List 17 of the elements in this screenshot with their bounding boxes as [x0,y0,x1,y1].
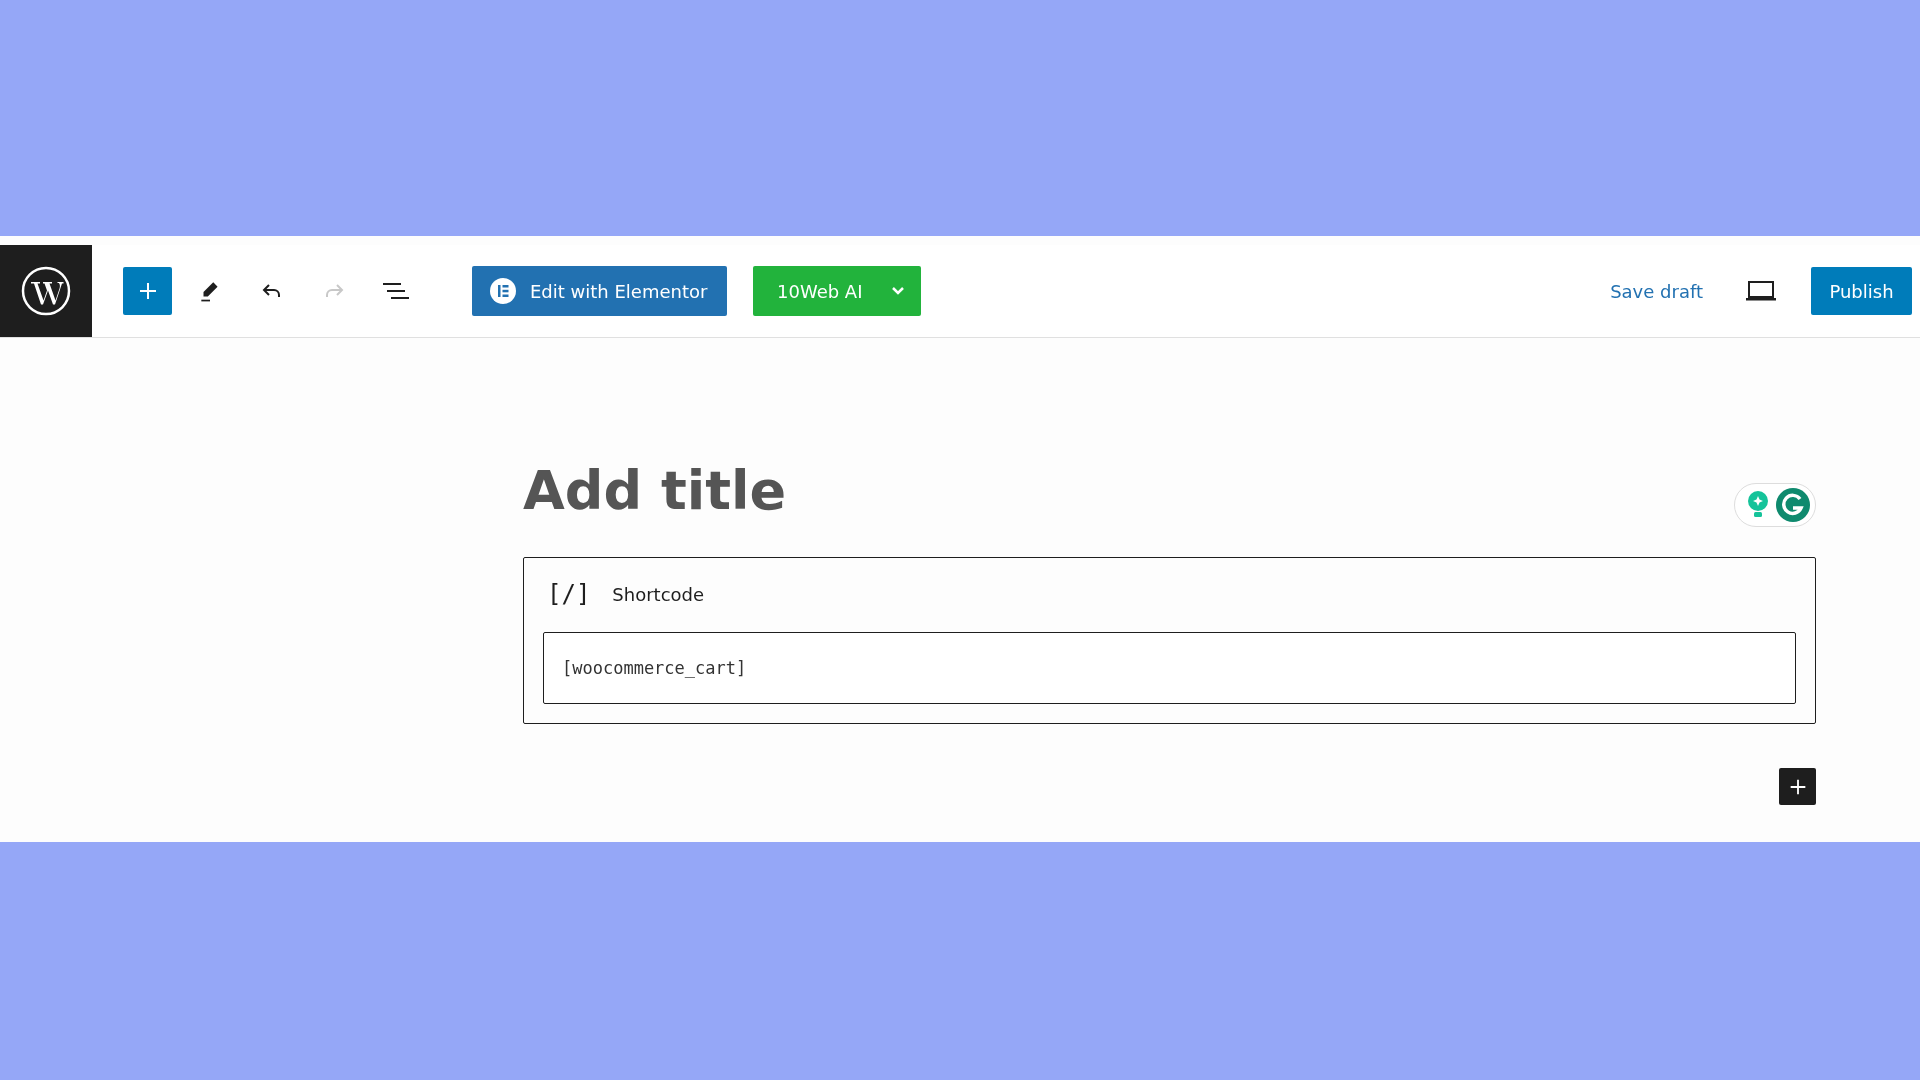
grammarly-widget[interactable] [1734,483,1816,527]
wordpress-icon [21,266,71,316]
save-draft-button[interactable]: Save draft [1610,280,1703,302]
laptop-icon[interactable] [1745,280,1777,302]
edit-with-elementor-button[interactable]: Edit with Elementor [472,266,727,316]
title-placeholder[interactable]: Add title [523,458,787,522]
lightbulb-icon [1745,490,1771,520]
elementor-icon [490,278,516,304]
publish-button[interactable]: Publish [1811,267,1912,315]
g-logo-icon [1775,487,1811,523]
shortcode-input[interactable]: [woocommerce_cart] [543,632,1796,704]
chevron-down-icon [891,286,905,296]
add-block-button[interactable] [1779,768,1816,805]
shortcode-icon: [/] [547,580,591,608]
wordpress-logo[interactable] [0,245,92,337]
ai-button[interactable]: 10Web AI [753,266,921,316]
block-label: Shortcode [612,583,705,605]
